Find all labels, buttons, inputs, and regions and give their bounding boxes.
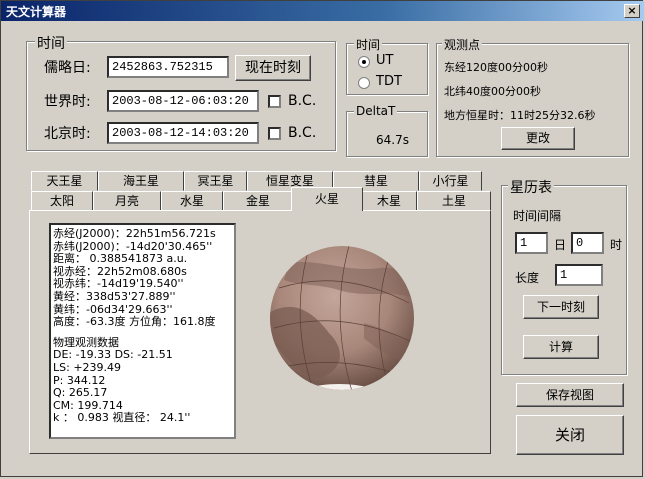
length-label: 长度 — [515, 271, 540, 285]
tab-saturn[interactable]: 土星 — [417, 191, 491, 211]
info-line: 距离： 0.388541873 a.u. — [53, 252, 188, 266]
bj-label: 北京时: — [44, 126, 91, 142]
window-close-icon[interactable]: × — [624, 4, 640, 18]
tab-uranus[interactable]: 天王星 — [31, 171, 98, 191]
title-bar[interactable]: 天文计算器 × — [1, 1, 644, 21]
tdt-radio-label: TDT — [376, 74, 402, 89]
tab-venus[interactable]: 金星 — [223, 191, 293, 211]
days-unit-label: 日 — [554, 238, 567, 252]
interval-days-field[interactable]: 1 — [515, 232, 548, 254]
tab-pluto[interactable]: 冥王星 — [184, 171, 247, 191]
interval-label: 时间间隔 — [513, 209, 561, 223]
julian-label: 儒略日: — [44, 60, 91, 76]
observer-sidereal-time: 地方恒星时：11时25分32.6秒 — [444, 109, 596, 122]
tab-jupiter[interactable]: 木星 — [361, 191, 417, 211]
deltat-group-label: DeltaT — [354, 104, 398, 118]
tab-neptune[interactable]: 海王星 — [98, 171, 184, 191]
close-button[interactable]: 关闭 — [516, 415, 624, 455]
compute-button[interactable]: 计算 — [523, 335, 599, 359]
tdt-radio[interactable] — [358, 77, 370, 89]
ephemeris-group-label: 星历表 — [508, 177, 554, 197]
observer-longitude: 东经120度00分00秒 — [444, 61, 548, 74]
deltat-value: 64.7s — [376, 133, 409, 147]
bj-field[interactable]: 2003-08-12-14:03:20 — [107, 122, 259, 144]
timescale-group-label: 时间 — [354, 36, 383, 53]
next-time-button[interactable]: 下一时刻 — [523, 295, 599, 319]
window-title: 天文计算器 — [6, 5, 67, 19]
mars-disk-image — [270, 246, 414, 390]
tab-mercury[interactable]: 水星 — [161, 191, 223, 211]
ut-bc-label: B.C. — [288, 93, 317, 109]
observer-latitude: 北纬40度00分00秒 — [444, 85, 541, 98]
bj-bc-label: B.C. — [288, 125, 317, 141]
info-line: LS: +239.49 — [53, 360, 122, 374]
tab-sun[interactable]: 太阳 — [31, 191, 93, 211]
info-line: 高度：-63.3度 方位角：161.8度 — [53, 315, 216, 329]
ut-radio-label: UT — [376, 53, 394, 68]
time-group-label: 时间 — [35, 33, 67, 53]
tab-mars[interactable]: 火星 — [291, 187, 363, 211]
info-line: Q: 265.17 — [53, 386, 108, 400]
hours-unit-label: 时 — [610, 238, 623, 252]
ut-field[interactable]: 2003-08-12-06:03:20 — [107, 90, 259, 112]
now-button[interactable]: 现在时刻 — [235, 55, 311, 81]
info-line: 黄经：338d53'27.889'' — [53, 289, 176, 303]
ut-bc-checkbox[interactable] — [268, 95, 281, 108]
tab-moon[interactable]: 月亮 — [93, 191, 161, 211]
change-location-button[interactable]: 更改 — [501, 127, 575, 150]
object-info-box: 赤经(J2000)：22h51m56.721s 赤纬(J2000)：-14d20… — [49, 223, 236, 439]
save-view-button[interactable]: 保存视图 — [516, 383, 624, 407]
ut-label: 世界时: — [44, 94, 91, 110]
bj-bc-checkbox[interactable] — [268, 127, 281, 140]
info-line: k ： 0.983 视直径： 24.1'' — [53, 411, 191, 425]
length-field[interactable]: 1 — [555, 264, 603, 286]
ut-radio[interactable] — [358, 56, 370, 68]
observer-group-label: 观测点 — [442, 36, 483, 53]
julian-field[interactable]: 2452863.752315 — [107, 56, 229, 78]
interval-hours-field[interactable]: 0 — [571, 232, 604, 254]
tab-asteroids[interactable]: 小行星 — [419, 171, 482, 191]
app-window: 天文计算器 × 时间 儒略日: 2452863.752315 现在时刻 世界时:… — [0, 0, 644, 477]
info-line: 赤经(J2000)：22h51m56.721s — [53, 227, 216, 240]
